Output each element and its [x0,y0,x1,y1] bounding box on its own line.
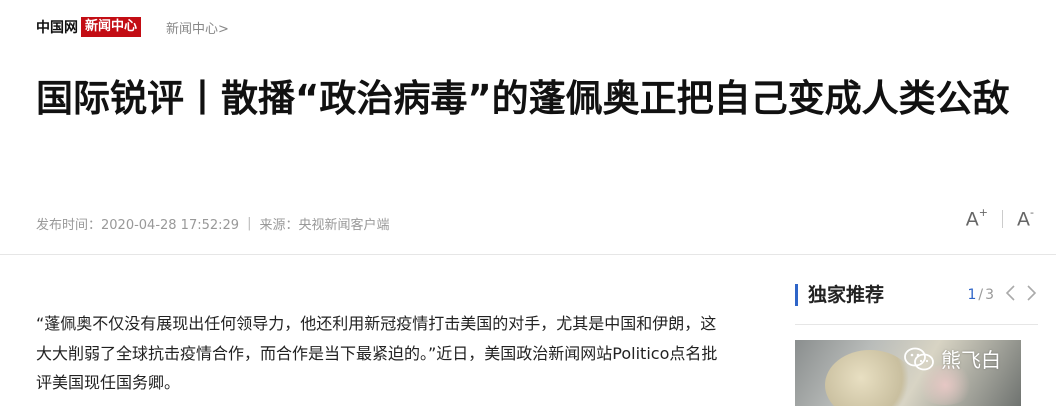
card-image-shape [825,350,915,406]
channel-badge[interactable]: 新闻中心 [81,17,142,37]
plus-icon: + [978,206,989,219]
image-watermark: 熊飞白 [903,344,1001,373]
pager-total: 3 [985,287,994,303]
recommend-card-image[interactable]: 熊飞白 [795,340,1021,406]
article-meta: 发布时间：2020-04-28 17:52:29 | 来源：央视新闻客户端 [36,214,389,233]
wechat-icon [904,347,934,370]
article-source: 来源：央视新闻客户端 [259,218,390,233]
font-increase-label: A [965,208,979,231]
meta-separator: | [247,216,252,231]
watermark-text: 熊飞白 [941,348,1001,372]
chevron-left-icon[interactable] [1004,284,1016,307]
font-decrease-label: A [1017,208,1031,231]
publish-time: 发布时间：2020-04-28 17:52:29 [36,218,240,233]
article-body: “蓬佩奥不仅没有展现出任何领导力，他还利用新冠疫情打击美国的对手，尤其是中国和伊… [36,314,718,392]
brand-logo[interactable]: 中国网 [36,17,78,37]
minus-icon: - [1030,206,1034,219]
site-header: 中国网 新闻中心 新闻中心> [36,16,229,38]
article-title: 国际锐评丨散播“政治病毒”的蓬佩奥正把自己变成人类公敌 [36,77,1010,120]
pager-current: 1 [967,287,977,303]
font-size-tools: A+ A- [965,206,1034,231]
sidebar-accent-bar [795,284,798,306]
font-increase-button[interactable]: A+ [965,206,989,231]
header-divider [0,254,1056,255]
breadcrumb[interactable]: 新闻中心> [166,18,229,37]
pager-separator: / [978,287,984,303]
sidebar-title: 独家推荐 [808,284,885,306]
sidebar-pager: 1 / 3 [967,282,1038,308]
sidebar-divider [795,324,1038,325]
font-tools-divider [1002,210,1004,229]
font-decrease-button[interactable]: A- [1017,206,1034,231]
chevron-right-icon[interactable] [1026,284,1038,307]
sidebar-header: 独家推荐 1 / 3 [795,282,1038,308]
